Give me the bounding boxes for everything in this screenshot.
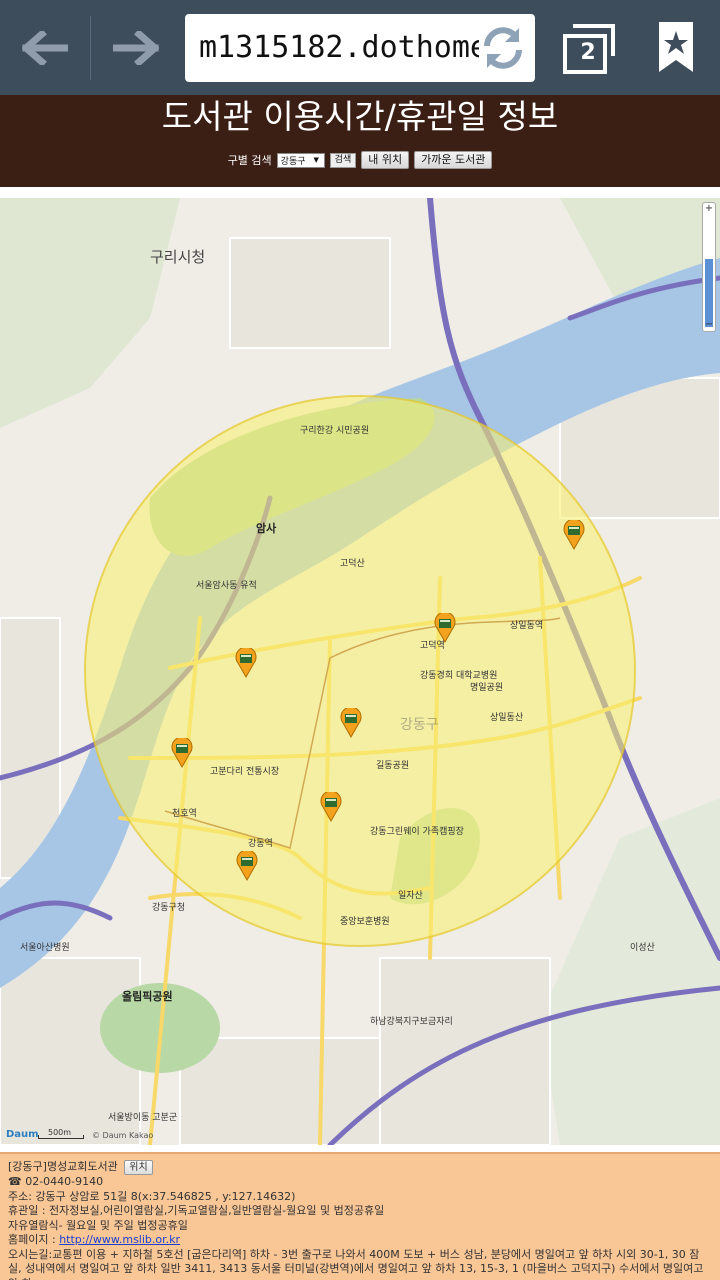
map-label-isungsan: 이성산 bbox=[630, 943, 655, 953]
library-title-row: [강동구]명성교회도서관 위치 bbox=[8, 1160, 712, 1175]
bookmark-button[interactable] bbox=[645, 14, 707, 82]
zoom-level-fill bbox=[705, 259, 713, 327]
district-select-value: 강동구 bbox=[280, 156, 306, 167]
tab-count: 2 bbox=[580, 40, 596, 65]
locate-button[interactable]: 위치 bbox=[124, 1160, 153, 1175]
reload-button[interactable] bbox=[477, 22, 529, 74]
search-row: 구별 검색 강동구 ▼ 검색 내 위치 가까운 도서관 bbox=[0, 151, 720, 169]
library-directions: 오시는길:교통편 이용 + 지하철 5호선 [굽은다리역] 하차 - 3번 출구… bbox=[8, 1247, 704, 1280]
library-homepage-row: 홈페이지 : http://www.mslib.or.kr bbox=[8, 1233, 712, 1248]
map-label-amsa-ruins: 서울암사동 유적 bbox=[196, 581, 257, 591]
map-logo: Daum bbox=[6, 1129, 39, 1140]
library-marker-icon[interactable] bbox=[236, 849, 258, 882]
map-view[interactable]: 구리시청 암사 서울암사동 유적 고덕산 고덕역 상일동역 강동경희 대학교병원… bbox=[0, 198, 720, 1145]
zoom-out-icon[interactable]: − bbox=[703, 319, 715, 331]
map-label-myeongil-park: 명일공원 bbox=[470, 683, 504, 693]
library-marker-icon[interactable] bbox=[235, 646, 257, 679]
map-label-seoul-asan: 서울아산병원 bbox=[20, 943, 70, 953]
map-label-gangdong-greenway: 강동그린웨이 가족캠핑장 bbox=[370, 827, 464, 837]
library-marker-icon[interactable] bbox=[563, 518, 585, 551]
map-label-olympic-park: 올림픽공원 bbox=[122, 990, 173, 1003]
library-free-reading: 자유열람식- 월요일 및 주일 법정공휴일 bbox=[8, 1218, 188, 1232]
map-label-cheonho: 천호역 bbox=[172, 809, 197, 819]
scale-label: 500m bbox=[48, 1128, 72, 1137]
map-label-gubundari: 고분다리 전통시장 bbox=[210, 767, 280, 777]
url-text[interactable]: m1315182.dothome bbox=[199, 14, 479, 82]
map-label-gildong-park: 길동공원 bbox=[376, 761, 410, 771]
address-bar[interactable]: m1315182.dothome bbox=[185, 14, 535, 82]
reload-icon bbox=[484, 27, 522, 69]
homepage-link[interactable]: http://www.mslib.or.kr bbox=[59, 1233, 180, 1246]
library-address: 주소: 강동구 상암로 51길 8(x:37.546825 , y:127.14… bbox=[8, 1189, 296, 1203]
map-label-sangil-station: 상일동역 bbox=[510, 621, 544, 631]
map-label-district: 강동구 bbox=[400, 717, 439, 733]
map-label-godeok-san: 고덕산 bbox=[340, 559, 365, 569]
library-marker-icon[interactable] bbox=[340, 706, 362, 739]
map-label-jungang-hospital: 중앙보훈병원 bbox=[340, 917, 390, 927]
library-marker-icon[interactable] bbox=[320, 790, 342, 823]
page-title: 도서관 이용시간/휴관일 정보 bbox=[161, 97, 559, 136]
forward-arrow-icon bbox=[113, 30, 159, 65]
map-label-gangdong-station: 강동역 bbox=[248, 839, 273, 849]
library-closed-days: 휴관일 : 전자정보실,어린이열람실,기독교열람실,일반열람실-월요일 및 법정… bbox=[8, 1204, 385, 1217]
library-phone: ☎ 02-0440-9140 bbox=[8, 1175, 104, 1188]
search-button[interactable]: 검색 bbox=[329, 152, 357, 168]
map-label-gangdong-office: 강동구청 bbox=[152, 903, 186, 913]
map-label-hanam-junction: 하남강북지구보금자리 bbox=[370, 1017, 453, 1027]
map-label-amsa: 암사 bbox=[256, 522, 277, 535]
map-label-sangil-park: 상일동산 bbox=[490, 713, 524, 723]
map-canvas bbox=[0, 198, 720, 1145]
map-label-guri-hangang: 구리한강 시민공원 bbox=[300, 426, 370, 436]
forward-button[interactable] bbox=[91, 0, 181, 95]
map-label-guri-city: 구리시청 bbox=[150, 248, 206, 266]
page-header: 도서관 이용시간/휴관일 정보 구별 검색 강동구 ▼ 검색 내 위치 가까운 … bbox=[0, 95, 720, 190]
bookmark-star-icon bbox=[659, 22, 693, 72]
map-copyright: © Daum Kakao bbox=[92, 1131, 154, 1140]
library-name: [강동구]명성교회도서관 bbox=[8, 1160, 118, 1173]
dropdown-arrow-icon: ▼ bbox=[313, 156, 319, 164]
nearby-library-button[interactable]: 가까운 도서관 bbox=[414, 151, 493, 169]
tabs-button[interactable]: 2 bbox=[555, 14, 625, 82]
district-select[interactable]: 강동구 ▼ bbox=[276, 152, 325, 168]
library-info-panel: [강동구]명성교회도서관 위치 ☎ 02-0440-9140 주소: 강동구 상… bbox=[0, 1152, 720, 1280]
library-marker-icon[interactable] bbox=[171, 736, 193, 769]
map-label-seoul-bang: 서울방이동 고분군 bbox=[108, 1113, 178, 1123]
library-marker-icon[interactable] bbox=[434, 611, 456, 644]
my-location-button[interactable]: 내 위치 bbox=[361, 151, 410, 169]
district-search-label: 구별 검색 bbox=[227, 154, 272, 167]
map-label-iljasan: 일자산 bbox=[398, 891, 423, 901]
back-button[interactable] bbox=[0, 0, 90, 95]
zoom-in-icon[interactable]: + bbox=[703, 203, 715, 215]
zoom-slider[interactable]: + − bbox=[702, 202, 716, 332]
homepage-label: 홈페이지 : bbox=[8, 1233, 56, 1246]
back-arrow-icon bbox=[22, 30, 68, 65]
